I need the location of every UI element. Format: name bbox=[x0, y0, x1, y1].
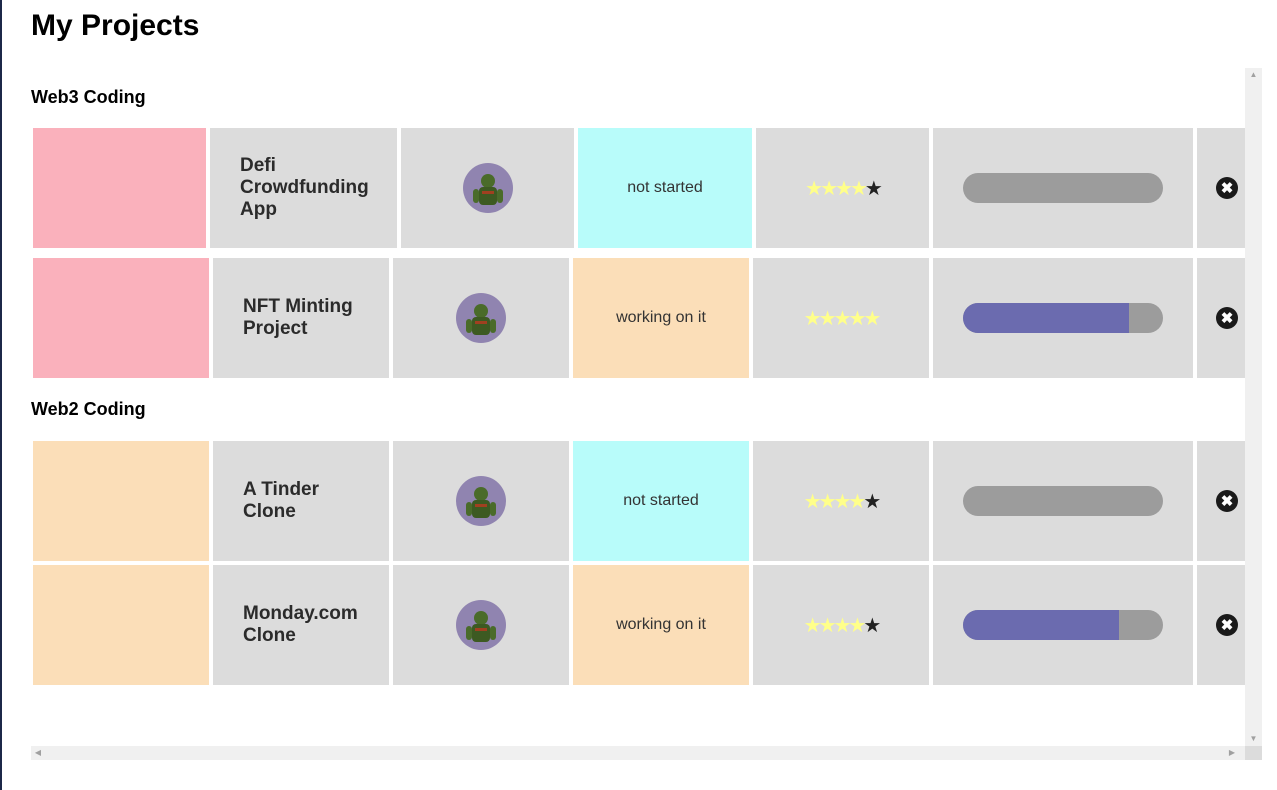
project-name[interactable]: NFT Minting Project bbox=[213, 258, 389, 378]
delete-cell: ✖ bbox=[1197, 441, 1245, 561]
group-color-cell bbox=[33, 441, 209, 561]
star-icon: ★ bbox=[803, 307, 822, 330]
star-rating[interactable]: ★★★★★ bbox=[805, 176, 883, 201]
star-icon: ★ bbox=[849, 177, 868, 200]
status-cell[interactable]: working on it bbox=[573, 565, 749, 685]
project-name[interactable]: Defi Crowdfunding App bbox=[210, 128, 397, 248]
owner-cell bbox=[393, 258, 569, 378]
star-icon: ★ bbox=[863, 307, 881, 330]
star-icon: ★ bbox=[818, 614, 837, 637]
status-cell[interactable]: not started bbox=[578, 128, 752, 248]
avatar[interactable] bbox=[456, 293, 506, 343]
scroll-up-icon[interactable]: ▲ bbox=[1245, 68, 1262, 82]
progress-bar bbox=[963, 173, 1163, 203]
project-name[interactable]: Monday.com Clone bbox=[213, 565, 389, 685]
progress-fill bbox=[963, 610, 1119, 640]
rating-cell[interactable]: ★★★★★ bbox=[753, 441, 929, 561]
status-cell[interactable]: not started bbox=[573, 441, 749, 561]
group-color-cell bbox=[33, 128, 206, 248]
scrollbar-corner bbox=[1245, 746, 1262, 760]
progress-bar bbox=[963, 303, 1163, 333]
table-row[interactable]: Defi Crowdfunding App not started ★★★★★ … bbox=[33, 128, 1245, 248]
delete-cell: ✖ bbox=[1197, 258, 1245, 378]
table-row[interactable]: Monday.com Clone working on it ★★★★★ ✖ bbox=[33, 565, 1245, 685]
projects-panel: Web3 Coding Defi Crowdfunding App not st… bbox=[31, 68, 1262, 760]
table-row[interactable]: A Tinder Clone not started ★★★★★ ✖ bbox=[33, 441, 1245, 561]
project-name[interactable]: A Tinder Clone bbox=[213, 441, 389, 561]
group-color-cell bbox=[33, 565, 209, 685]
avatar[interactable] bbox=[456, 476, 506, 526]
star-icon: ★ bbox=[833, 614, 852, 637]
page-title: My Projects bbox=[31, 9, 200, 42]
progress-bar bbox=[963, 610, 1163, 640]
window-left-border bbox=[0, 0, 2, 790]
rating-cell[interactable]: ★★★★★ bbox=[756, 128, 929, 248]
star-icon: ★ bbox=[805, 177, 823, 200]
scroll-right-icon[interactable]: ▶ bbox=[1225, 746, 1239, 760]
rating-cell[interactable]: ★★★★★ bbox=[753, 565, 929, 685]
star-icon: ★ bbox=[848, 490, 866, 513]
star-rating[interactable]: ★★★★★ bbox=[803, 489, 882, 514]
star-icon: ★ bbox=[818, 307, 837, 330]
star-icon: ★ bbox=[833, 490, 852, 513]
avatar[interactable] bbox=[462, 163, 513, 213]
star-icon: ★ bbox=[803, 614, 822, 637]
vertical-scrollbar[interactable]: ▲ ▼ bbox=[1245, 68, 1262, 746]
star-icon: ★ bbox=[818, 490, 837, 513]
star-icon: ★ bbox=[803, 490, 822, 513]
vertical-scroll-thumb[interactable] bbox=[1247, 82, 1260, 732]
progress-cell bbox=[933, 128, 1193, 248]
close-circle-icon[interactable]: ✖ bbox=[1216, 490, 1238, 512]
horizontal-scrollbar[interactable]: ◀ ▶ bbox=[31, 746, 1245, 760]
star-icon: ★ bbox=[833, 307, 852, 330]
projects-viewport: Web3 Coding Defi Crowdfunding App not st… bbox=[31, 68, 1245, 746]
owner-cell bbox=[401, 128, 574, 248]
progress-cell bbox=[933, 565, 1193, 685]
star-icon: ★ bbox=[863, 614, 881, 637]
group-color-cell bbox=[33, 258, 209, 378]
star-icon: ★ bbox=[864, 177, 883, 200]
progress-bar bbox=[963, 486, 1163, 516]
rating-cell[interactable]: ★★★★★ bbox=[753, 258, 929, 378]
progress-cell bbox=[933, 441, 1193, 561]
owner-cell bbox=[393, 441, 569, 561]
star-icon: ★ bbox=[848, 307, 866, 330]
scroll-left-icon[interactable]: ◀ bbox=[31, 746, 45, 760]
star-icon: ★ bbox=[848, 614, 866, 637]
star-rating[interactable]: ★★★★★ bbox=[803, 613, 882, 638]
group-title-web3: Web3 Coding bbox=[31, 87, 146, 107]
star-icon: ★ bbox=[835, 177, 853, 200]
avatar[interactable] bbox=[456, 600, 506, 650]
delete-cell: ✖ bbox=[1197, 128, 1245, 248]
star-icon: ★ bbox=[820, 177, 838, 200]
status-cell[interactable]: working on it bbox=[573, 258, 749, 378]
delete-cell: ✖ bbox=[1197, 565, 1245, 685]
table-row[interactable]: NFT Minting Project working on it ★★★★★ … bbox=[33, 258, 1245, 378]
owner-cell bbox=[393, 565, 569, 685]
scroll-down-icon[interactable]: ▼ bbox=[1245, 732, 1262, 746]
progress-fill bbox=[963, 303, 1129, 333]
star-icon: ★ bbox=[863, 490, 881, 513]
progress-cell bbox=[933, 258, 1193, 378]
close-circle-icon[interactable]: ✖ bbox=[1216, 614, 1238, 636]
group-title-web2: Web2 Coding bbox=[31, 399, 146, 419]
close-circle-icon[interactable]: ✖ bbox=[1216, 177, 1238, 199]
close-circle-icon[interactable]: ✖ bbox=[1216, 307, 1238, 329]
star-rating[interactable]: ★★★★★ bbox=[803, 306, 882, 331]
